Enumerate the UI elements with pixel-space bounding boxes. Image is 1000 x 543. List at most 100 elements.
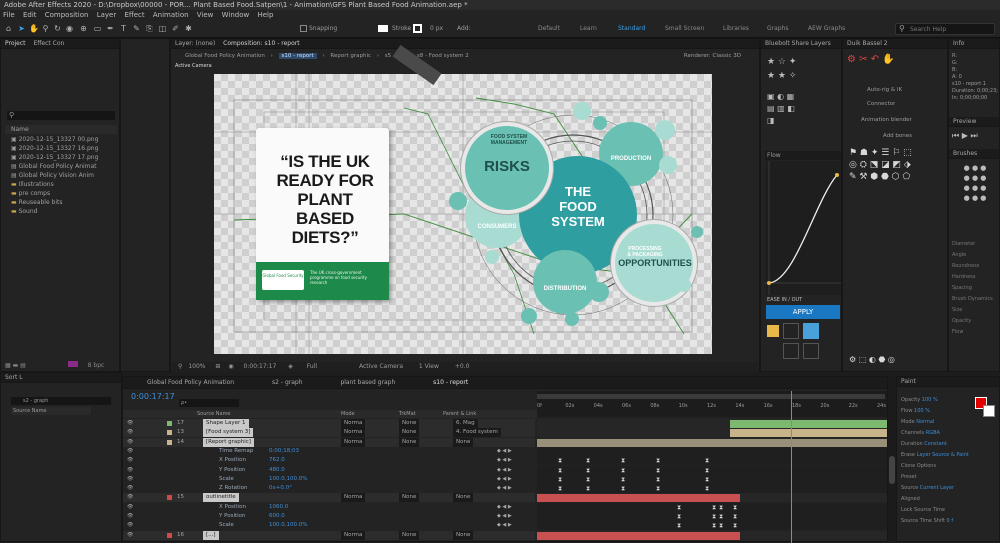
- keyframe[interactable]: ⧗: [705, 458, 710, 464]
- keyframe[interactable]: ⧗: [677, 514, 682, 520]
- track-matte-dropdown[interactable]: None: [399, 493, 420, 503]
- tab-project[interactable]: Project: [5, 40, 26, 47]
- menu-view[interactable]: View: [197, 11, 214, 19]
- flow-tab[interactable]: Flow: [765, 151, 841, 160]
- timeline-layer-row[interactable]: 👁 X Position 762.0 ◆ ◀ ▶: [123, 456, 535, 465]
- project-item[interactable]: ▬ Sound: [5, 207, 117, 216]
- property-value[interactable]: 0;00;18;03: [269, 447, 299, 456]
- duik-bottom-icons[interactable]: ⚙ ⬚ ◐ ⬣ ◎: [849, 355, 943, 364]
- timeline-tab[interactable]: Global Food Policy Animation: [147, 379, 234, 386]
- menu-window[interactable]: Window: [222, 11, 250, 19]
- stroke-label[interactable]: Stroke: [392, 25, 411, 32]
- keyframe[interactable]: ⧗: [656, 467, 661, 473]
- track-matte-dropdown[interactable]: None: [399, 428, 420, 438]
- graph-search[interactable]: s2 - graph: [11, 397, 111, 405]
- timeline-layer-row[interactable]: 👁 X Position 1060.0 ◆ ◀ ▶: [123, 503, 535, 512]
- track-matte-dropdown[interactable]: None: [399, 530, 420, 540]
- keyframe[interactable]: ⧗: [558, 476, 563, 482]
- paint-setting-row[interactable]: Clone Options: [901, 461, 997, 472]
- keyframe[interactable]: ⧗: [712, 514, 717, 520]
- label-color-swatch[interactable]: [167, 495, 172, 501]
- grid-icon[interactable]: ⊞: [215, 363, 220, 370]
- workspace-learn[interactable]: Learn: [580, 25, 597, 32]
- brush-tips[interactable]: ● ● ● ● ● ● ● ● ● ● ● ●: [953, 163, 997, 223]
- add-label[interactable]: Add:: [457, 25, 471, 32]
- resolution-dropdown[interactable]: Full: [307, 363, 317, 370]
- track-lane[interactable]: ⧗ ⧗ ⧗ ⧗: [537, 521, 887, 531]
- paint-setting-value[interactable]: RGBA: [924, 430, 940, 436]
- new-comp-icon[interactable]: ▤: [20, 362, 28, 369]
- fill-swatch[interactable]: [378, 25, 388, 32]
- project-item[interactable]: ▬ Illustrations: [5, 180, 117, 189]
- label-color-swatch[interactable]: [167, 532, 172, 538]
- paint-setting-row[interactable]: Lock Source Time: [901, 505, 997, 516]
- property-value[interactable]: 762.0: [269, 456, 285, 465]
- keyframe[interactable]: ⧗: [677, 504, 682, 510]
- timecode-display[interactable]: 0:00:17:17: [244, 363, 277, 370]
- brush-tool-icon[interactable]: ✎: [132, 24, 141, 34]
- paint-tab[interactable]: Paint: [897, 377, 999, 387]
- blend-mode-dropdown[interactable]: Norma: [341, 437, 366, 447]
- layer-name[interactable]: [Food system 3]: [203, 428, 254, 438]
- camera-tool-icon[interactable]: ◉: [65, 24, 74, 34]
- bpc-label[interactable]: 8 bpc: [88, 362, 105, 369]
- visibility-icon[interactable]: 👁: [127, 475, 133, 484]
- keyframe[interactable]: ⧗: [586, 486, 591, 492]
- workspace-small-screen[interactable]: Small Screen: [665, 25, 704, 32]
- layer-duration-bar[interactable]: [537, 438, 887, 447]
- parent-dropdown[interactable]: None: [453, 437, 474, 447]
- paint-setting-row[interactable]: Erase Layer Source & Paint: [901, 450, 997, 461]
- track-matte-dropdown[interactable]: None: [399, 419, 420, 428]
- paint-setting-row[interactable]: Source Time Shift 0 f: [901, 516, 997, 527]
- magnifier-icon[interactable]: ⚲: [178, 363, 182, 370]
- rectangle-tool-icon[interactable]: ▭: [93, 24, 102, 34]
- paint-setting-row[interactable]: Flow 100 %: [901, 406, 997, 417]
- keyframe-navigator[interactable]: ◆ ◀ ▶: [497, 521, 512, 530]
- workspace-aew-graphs[interactable]: AEW Graphs: [808, 25, 845, 32]
- connector-button[interactable]: Connector: [867, 101, 895, 107]
- tab-effect-controls[interactable]: Effect Con: [33, 40, 64, 47]
- snapshot-icon[interactable]: ◈: [288, 363, 293, 370]
- track-lane[interactable]: [537, 437, 887, 447]
- blend-mode-dropdown[interactable]: Norma: [341, 493, 366, 503]
- zoom-tool-icon[interactable]: ⚲: [41, 24, 50, 34]
- parent-dropdown[interactable]: None: [453, 493, 474, 503]
- stroke-width[interactable]: 0 px: [430, 25, 443, 32]
- paint-setting-row[interactable]: Preset: [901, 472, 997, 483]
- layer-name[interactable]: Time Remap: [219, 447, 253, 456]
- project-item[interactable]: ▣ 2020-12-15_13327 17.png: [5, 153, 117, 162]
- type-tool-icon[interactable]: T: [119, 24, 128, 34]
- layer-name[interactable]: Y Position: [219, 466, 246, 475]
- renderer-label[interactable]: Renderer: Classic 3D: [684, 52, 741, 61]
- tab-layer[interactable]: Layer: (none): [175, 40, 215, 47]
- tab-composition[interactable]: Composition: s10 - report: [223, 40, 299, 47]
- paint-setting-row[interactable]: Duration Constant: [901, 439, 997, 450]
- timeline-layer-row[interactable]: 👁 Scale 100.0,100.0% ◆ ◀ ▶: [123, 521, 535, 530]
- property-value[interactable]: 1060.0: [269, 503, 288, 512]
- track-lane[interactable]: ⧗ ⧗ ⧗ ⧗ ⧗: [537, 456, 887, 466]
- keyframe[interactable]: ⧗: [558, 458, 563, 464]
- layer-duration-bar[interactable]: [729, 429, 887, 438]
- keyframe[interactable]: ⧗: [621, 476, 626, 482]
- curve-preset[interactable]: [803, 343, 819, 359]
- info-tab[interactable]: Info: [949, 39, 999, 49]
- parent-dropdown[interactable]: 6. Mag: [453, 419, 478, 428]
- breadcrumb-item[interactable]: Report graphic: [330, 53, 371, 59]
- keyframe[interactable]: ⧗: [558, 467, 563, 473]
- paint-setting-value[interactable]: 100 %: [920, 397, 938, 403]
- home-icon[interactable]: ⌂: [4, 24, 13, 34]
- timeline-tab-active[interactable]: s10 - report: [433, 379, 468, 386]
- layer-name[interactable]: outlinetitle: [203, 493, 239, 503]
- paint-setting-value[interactable]: Constant: [923, 441, 947, 447]
- puppet-tool-icon[interactable]: ✱: [184, 24, 193, 34]
- blend-mode-dropdown[interactable]: Norma: [341, 428, 366, 438]
- keyframe[interactable]: ⧗: [705, 467, 710, 473]
- pen-tool-icon[interactable]: ✒: [106, 24, 115, 34]
- layer-name[interactable]: Y Position: [219, 512, 246, 521]
- paint-setting-value[interactable]: Normal: [915, 419, 934, 425]
- time-ruler[interactable]: 0f 02s 04s 06s 08s 10s 12s 14s 16s 18s 20s 22s 24s: [537, 391, 887, 417]
- property-value[interactable]: 600.0: [269, 512, 285, 521]
- paint-setting-value[interactable]: Layer Source & Paint: [915, 452, 969, 458]
- layer-duration-bar[interactable]: [729, 420, 887, 428]
- track-lane[interactable]: ⧗ ⧗ ⧗ ⧗: [537, 512, 887, 521]
